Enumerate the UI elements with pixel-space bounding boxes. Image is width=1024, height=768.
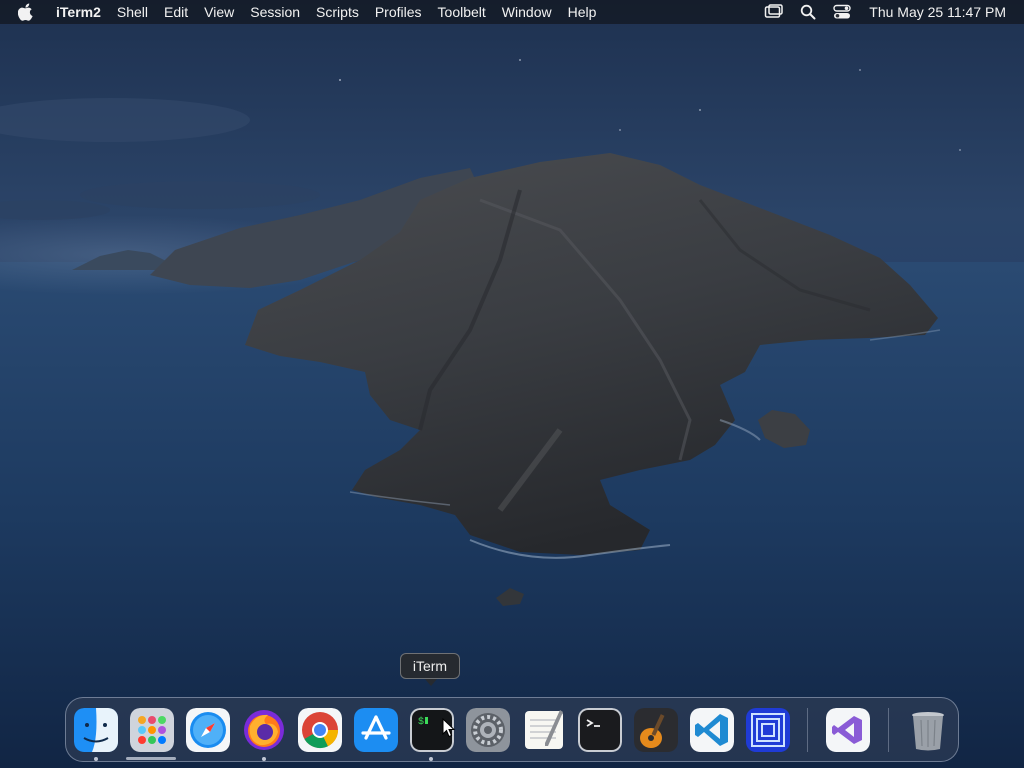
svg-text:$: $ — [418, 716, 424, 728]
dock-separator — [807, 708, 808, 752]
mouse-pointer-icon — [442, 718, 456, 738]
textedit-icon[interactable] — [522, 708, 566, 752]
maze-app-icon[interactable] — [746, 708, 790, 752]
app-store-icon[interactable] — [354, 708, 398, 752]
chrome-icon[interactable] — [298, 708, 342, 752]
menu-profiles[interactable]: Profiles — [367, 0, 430, 24]
launchpad-icon[interactable] — [130, 708, 174, 752]
launchpad-progress-indicator — [126, 757, 176, 760]
menu-toolbelt[interactable]: Toolbelt — [430, 0, 494, 24]
firefox-icon[interactable] — [242, 708, 286, 752]
dock-tooltip-label: iTerm — [412, 658, 448, 674]
spotlight-search-icon[interactable] — [797, 3, 819, 21]
garageband-icon[interactable] — [634, 708, 678, 752]
apple-logo-icon[interactable] — [18, 3, 36, 21]
menu-view[interactable]: View — [196, 0, 242, 24]
vscode-icon[interactable] — [690, 708, 734, 752]
system-preferences-icon[interactable] — [466, 708, 510, 752]
menu-edit[interactable]: Edit — [156, 0, 196, 24]
menu-bar: iTerm2 Shell Edit View Session Scripts P… — [0, 0, 1024, 24]
menubar-status-area: Thu May 25 11:47 PM — [757, 0, 1024, 24]
menu-app-name[interactable]: iTerm2 — [48, 0, 109, 24]
screen-mirroring-icon[interactable] — [763, 3, 785, 21]
wallpaper-image — [0, 59, 1024, 768]
menubar-clock[interactable]: Thu May 25 11:47 PM — [869, 4, 1006, 20]
finder-running-indicator — [94, 757, 98, 761]
menu-help[interactable]: Help — [560, 0, 605, 24]
finder-icon[interactable] — [74, 708, 118, 752]
visual-studio-icon[interactable] — [826, 708, 870, 752]
menu-session[interactable]: Session — [242, 0, 308, 24]
desktop[interactable]: iTerm2 Shell Edit View Session Scripts P… — [0, 0, 1024, 768]
menu-window[interactable]: Window — [494, 0, 560, 24]
dock-separator — [888, 708, 889, 752]
trash-icon[interactable] — [906, 708, 950, 752]
control-center-icon[interactable] — [831, 3, 853, 21]
iterm-running-indicator — [429, 757, 433, 761]
dock-tooltip: iTerm — [400, 653, 460, 686]
safari-icon[interactable] — [186, 708, 230, 752]
menu-scripts[interactable]: Scripts — [308, 0, 367, 24]
terminal-icon[interactable] — [578, 708, 622, 752]
menu-shell[interactable]: Shell — [109, 0, 156, 24]
firefox-running-indicator — [262, 757, 266, 761]
